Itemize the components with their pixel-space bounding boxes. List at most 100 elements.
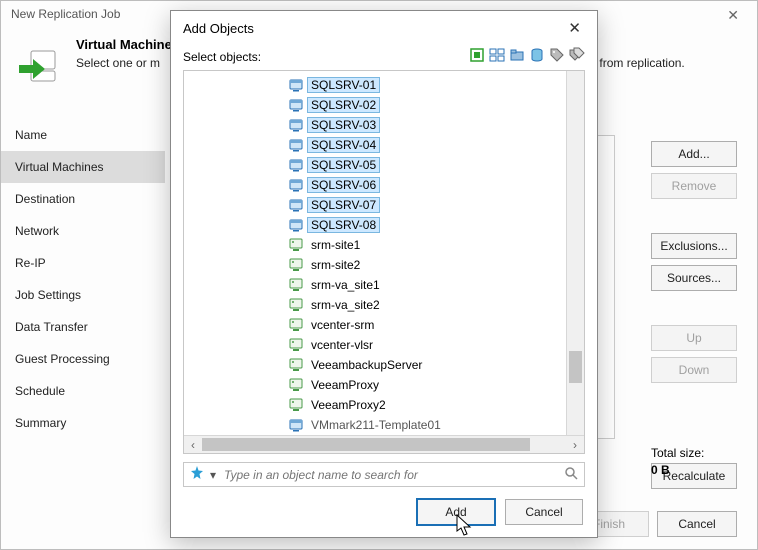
side-buttons: Add... Remove Exclusions... Sources... U…: [651, 141, 737, 489]
tree-item[interactable]: srm-va_site2: [184, 295, 584, 315]
view-folders-icon[interactable]: [509, 47, 525, 66]
vm-icon: [288, 157, 304, 173]
tree-item-label: srm-va_site1: [308, 278, 383, 292]
tree-item-label: SQLSRV-02: [308, 98, 379, 112]
tree-item-label: SQLSRV-06: [308, 178, 379, 192]
view-datastores-icon[interactable]: [529, 47, 545, 66]
tree-item[interactable]: srm-site1: [184, 235, 584, 255]
dialog-cancel-button[interactable]: Cancel: [505, 499, 583, 525]
tree-item-label: VMmark211-Template01: [308, 418, 444, 432]
tree-item[interactable]: VMmark211-Template01: [184, 415, 584, 435]
total-size: Total size: 0 B: [651, 445, 737, 479]
exclusions-button[interactable]: Exclusions...: [651, 233, 737, 259]
tree-item-label: VeeambackupServer: [308, 358, 425, 372]
cancel-button[interactable]: Cancel: [657, 511, 737, 537]
dialog-title: Add Objects: [183, 21, 254, 36]
tree-item[interactable]: SQLSRV-06: [184, 175, 584, 195]
wizard-step-re-ip[interactable]: Re-IP: [1, 247, 165, 279]
tree-item-label: VeeamProxy2: [308, 398, 389, 412]
add-button[interactable]: Add...: [651, 141, 737, 167]
tree-item-label: srm-site2: [308, 258, 363, 272]
tree-item-label: srm-site1: [308, 238, 363, 252]
add-objects-dialog: Add Objects ✕ Select objects: SQLSRV-01S…: [170, 10, 598, 538]
tree-item[interactable]: SQLSRV-04: [184, 135, 584, 155]
tree-item-label: SQLSRV-01: [308, 78, 379, 92]
tree-item-label: SQLSRV-03: [308, 118, 379, 132]
down-button: Down: [651, 357, 737, 383]
search-box[interactable]: ▾: [183, 462, 585, 487]
tree-item[interactable]: SQLSRV-08: [184, 215, 584, 235]
tree-item[interactable]: VeeambackupServer: [184, 355, 584, 375]
wizard-step-name[interactable]: Name: [1, 119, 165, 151]
tree-item[interactable]: SQLSRV-07: [184, 195, 584, 215]
remove-button: Remove: [651, 173, 737, 199]
select-objects-label: Select objects:: [183, 50, 261, 64]
search-input[interactable]: [222, 467, 558, 483]
chevron-down-icon[interactable]: ▾: [210, 468, 216, 482]
vm-icon: [288, 117, 304, 133]
search-star-icon[interactable]: [190, 466, 204, 483]
wizard-step-destination[interactable]: Destination: [1, 183, 165, 215]
wizard-step-icon: [17, 45, 59, 90]
server-icon: [288, 237, 304, 253]
up-button: Up: [651, 325, 737, 351]
vm-icon: [288, 77, 304, 93]
tree-item[interactable]: vcenter-vlsr: [184, 335, 584, 355]
server-icon: [288, 397, 304, 413]
vm-icon: [288, 217, 304, 233]
total-size-value: 0 B: [651, 462, 737, 479]
tree-item[interactable]: VeeamProxy: [184, 375, 584, 395]
server-icon: [288, 357, 304, 373]
tree-item[interactable]: SQLSRV-03: [184, 115, 584, 135]
vertical-scrollbar[interactable]: [566, 71, 584, 435]
wizard-step-guest-processing[interactable]: Guest Processing: [1, 343, 165, 375]
server-icon: [288, 297, 304, 313]
scroll-left-icon[interactable]: ‹: [184, 438, 202, 452]
tree-item-label: SQLSRV-05: [308, 158, 379, 172]
wizard-step-virtual-machines[interactable]: Virtual Machines: [1, 151, 165, 183]
view-tags-icon[interactable]: [549, 47, 565, 66]
vm-icon: [288, 97, 304, 113]
dialog-add-button[interactable]: Add: [417, 499, 495, 525]
server-icon: [288, 317, 304, 333]
tree-item[interactable]: SQLSRV-02: [184, 95, 584, 115]
tree-item[interactable]: vcenter-srm: [184, 315, 584, 335]
search-icon[interactable]: [564, 466, 578, 483]
tree-item-label: VeeamProxy: [308, 378, 382, 392]
server-icon: [288, 337, 304, 353]
window-title: New Replication Job: [11, 7, 120, 21]
tree-item[interactable]: srm-site2: [184, 255, 584, 275]
object-tree: SQLSRV-01 SQLSRV-02 SQLSRV-03 SQLSRV-04 SQLS…: [183, 70, 585, 454]
wizard-step-schedule[interactable]: Schedule: [1, 375, 165, 407]
tree-item[interactable]: SQLSRV-01: [184, 75, 584, 95]
vm-icon: [288, 417, 304, 433]
close-icon[interactable]: ✕: [562, 19, 587, 37]
wizard-step-job-settings[interactable]: Job Settings: [1, 279, 165, 311]
tree-item-label: vcenter-vlsr: [308, 338, 376, 352]
sources-button[interactable]: Sources...: [651, 265, 737, 291]
close-icon[interactable]: ✕: [717, 5, 749, 26]
scroll-right-icon[interactable]: ›: [566, 438, 584, 452]
view-vms-icon[interactable]: [489, 47, 505, 66]
wizard-step-summary[interactable]: Summary: [1, 407, 165, 439]
horizontal-scrollbar[interactable]: ‹ ›: [184, 435, 584, 453]
tree-item-label: srm-va_site2: [308, 298, 383, 312]
vm-icon: [288, 197, 304, 213]
total-size-label: Total size:: [651, 445, 737, 462]
vm-icon: [288, 177, 304, 193]
tree-item-label: vcenter-srm: [308, 318, 377, 332]
wizard-step-network[interactable]: Network: [1, 215, 165, 247]
server-icon: [288, 277, 304, 293]
object-tree-body[interactable]: SQLSRV-01 SQLSRV-02 SQLSRV-03 SQLSRV-04 SQLS…: [184, 71, 584, 435]
tree-item[interactable]: srm-va_site1: [184, 275, 584, 295]
vm-icon: [288, 137, 304, 153]
tree-item[interactable]: SQLSRV-05: [184, 155, 584, 175]
wizard-step-data-transfer[interactable]: Data Transfer: [1, 311, 165, 343]
wizard-steps: NameVirtual MachinesDestinationNetworkRe…: [1, 119, 165, 439]
view-multitags-icon[interactable]: [569, 47, 585, 66]
server-icon: [288, 257, 304, 273]
view-hosts-icon[interactable]: [469, 47, 485, 66]
tree-item-label: SQLSRV-04: [308, 138, 379, 152]
tree-item[interactable]: VeeamProxy2: [184, 395, 584, 415]
server-icon: [288, 377, 304, 393]
